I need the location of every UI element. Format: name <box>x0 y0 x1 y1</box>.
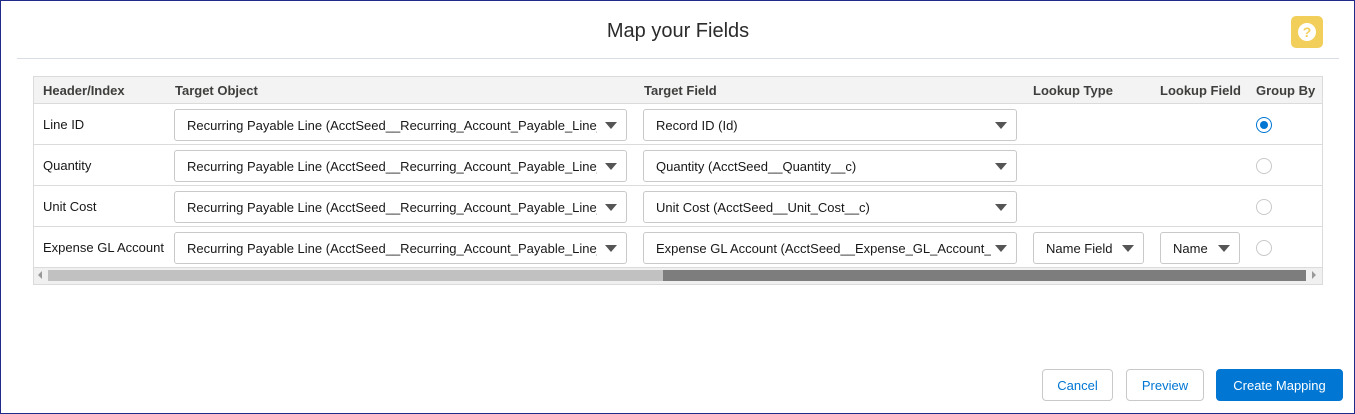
target-object-value: Recurring Payable Line (AcctSeed__Recurr… <box>187 118 597 133</box>
cancel-button[interactable]: Cancel <box>1042 369 1113 401</box>
scroll-left-arrow-icon[interactable] <box>38 271 42 279</box>
question-mark-icon: ? <box>1298 23 1316 41</box>
column-header-group-by: Group By <box>1256 83 1316 98</box>
lookup-type-value: Name Field <box>1046 241 1113 256</box>
chevron-down-icon <box>1122 245 1134 252</box>
chevron-down-icon <box>605 245 617 252</box>
lookup-field-select[interactable]: Name <box>1160 232 1240 264</box>
chevron-down-icon <box>995 245 1007 252</box>
scroll-right-arrow-icon[interactable] <box>1312 271 1316 279</box>
chevron-down-icon <box>1218 245 1230 252</box>
target-object-select[interactable]: Recurring Payable Line (AcctSeed__Recurr… <box>174 150 627 182</box>
lookup-field-value: Name <box>1173 241 1208 256</box>
modal-header: Map your Fields ? <box>17 1 1339 59</box>
header-index-label: Line ID <box>43 117 85 132</box>
group-by-radio[interactable] <box>1256 240 1272 256</box>
target-field-select[interactable]: Unit Cost (AcctSeed__Unit_Cost__c) <box>643 191 1017 223</box>
table-row: Unit Cost Recurring Payable Line (AcctSe… <box>34 186 1322 227</box>
create-mapping-button[interactable]: Create Mapping <box>1216 369 1343 401</box>
group-by-radio[interactable] <box>1256 158 1272 174</box>
column-header-target-field: Target Field <box>644 83 717 98</box>
column-header-index: Header/Index <box>43 83 125 98</box>
target-object-value: Recurring Payable Line (AcctSeed__Recurr… <box>187 241 597 256</box>
scrollbar-track[interactable] <box>48 270 1306 281</box>
target-field-value: Record ID (Id) <box>656 118 738 133</box>
column-header-lookup-field: Lookup Field <box>1160 83 1241 98</box>
chevron-down-icon <box>995 163 1007 170</box>
preview-button[interactable]: Preview <box>1126 369 1204 401</box>
mapping-modal: Map your Fields ? Header/Index Target Ob… <box>0 0 1355 414</box>
header-index-label: Quantity <box>43 158 92 173</box>
header-index-label: Expense GL Account <box>43 240 164 255</box>
chevron-down-icon <box>605 163 617 170</box>
chevron-down-icon <box>995 204 1007 211</box>
column-header-lookup-type: Lookup Type <box>1033 83 1113 98</box>
field-mapping-table: Header/Index Target Object Target Field … <box>33 76 1323 285</box>
header-index-label: Unit Cost <box>43 199 97 214</box>
target-field-value: Expense GL Account (AcctSeed__Expense_GL… <box>656 241 991 256</box>
target-field-select[interactable]: Quantity (AcctSeed__Quantity__c) <box>643 150 1017 182</box>
target-object-value: Recurring Payable Line (AcctSeed__Recurr… <box>187 200 597 215</box>
chevron-down-icon <box>995 122 1007 129</box>
target-object-select[interactable]: Recurring Payable Line (AcctSeed__Recurr… <box>174 191 627 223</box>
lookup-type-select[interactable]: Name Field <box>1033 232 1144 264</box>
table-row: Line ID Recurring Payable Line (AcctSeed… <box>34 104 1322 145</box>
target-field-value: Quantity (AcctSeed__Quantity__c) <box>656 159 857 174</box>
modal-title: Map your Fields <box>606 20 750 42</box>
group-by-radio[interactable] <box>1256 199 1272 215</box>
horizontal-scrollbar[interactable] <box>34 267 1322 284</box>
group-by-radio[interactable] <box>1256 117 1272 133</box>
target-object-value: Recurring Payable Line (AcctSeed__Recurr… <box>187 159 597 174</box>
column-header-target-object: Target Object <box>175 83 258 98</box>
target-field-select[interactable]: Expense GL Account (AcctSeed__Expense_GL… <box>643 232 1017 264</box>
table-row: Expense GL Account Recurring Payable Lin… <box>34 227 1322 268</box>
target-object-select[interactable]: Recurring Payable Line (AcctSeed__Recurr… <box>174 232 627 264</box>
table-row: Quantity Recurring Payable Line (AcctSee… <box>34 145 1322 186</box>
scrollbar-thumb[interactable] <box>663 270 1306 281</box>
chevron-down-icon <box>605 204 617 211</box>
target-field-value: Unit Cost (AcctSeed__Unit_Cost__c) <box>656 200 870 215</box>
help-button[interactable]: ? <box>1291 16 1323 48</box>
chevron-down-icon <box>605 122 617 129</box>
table-header-row: Header/Index Target Object Target Field … <box>34 77 1322 104</box>
target-field-select[interactable]: Record ID (Id) <box>643 109 1017 141</box>
target-object-select[interactable]: Recurring Payable Line (AcctSeed__Recurr… <box>174 109 627 141</box>
